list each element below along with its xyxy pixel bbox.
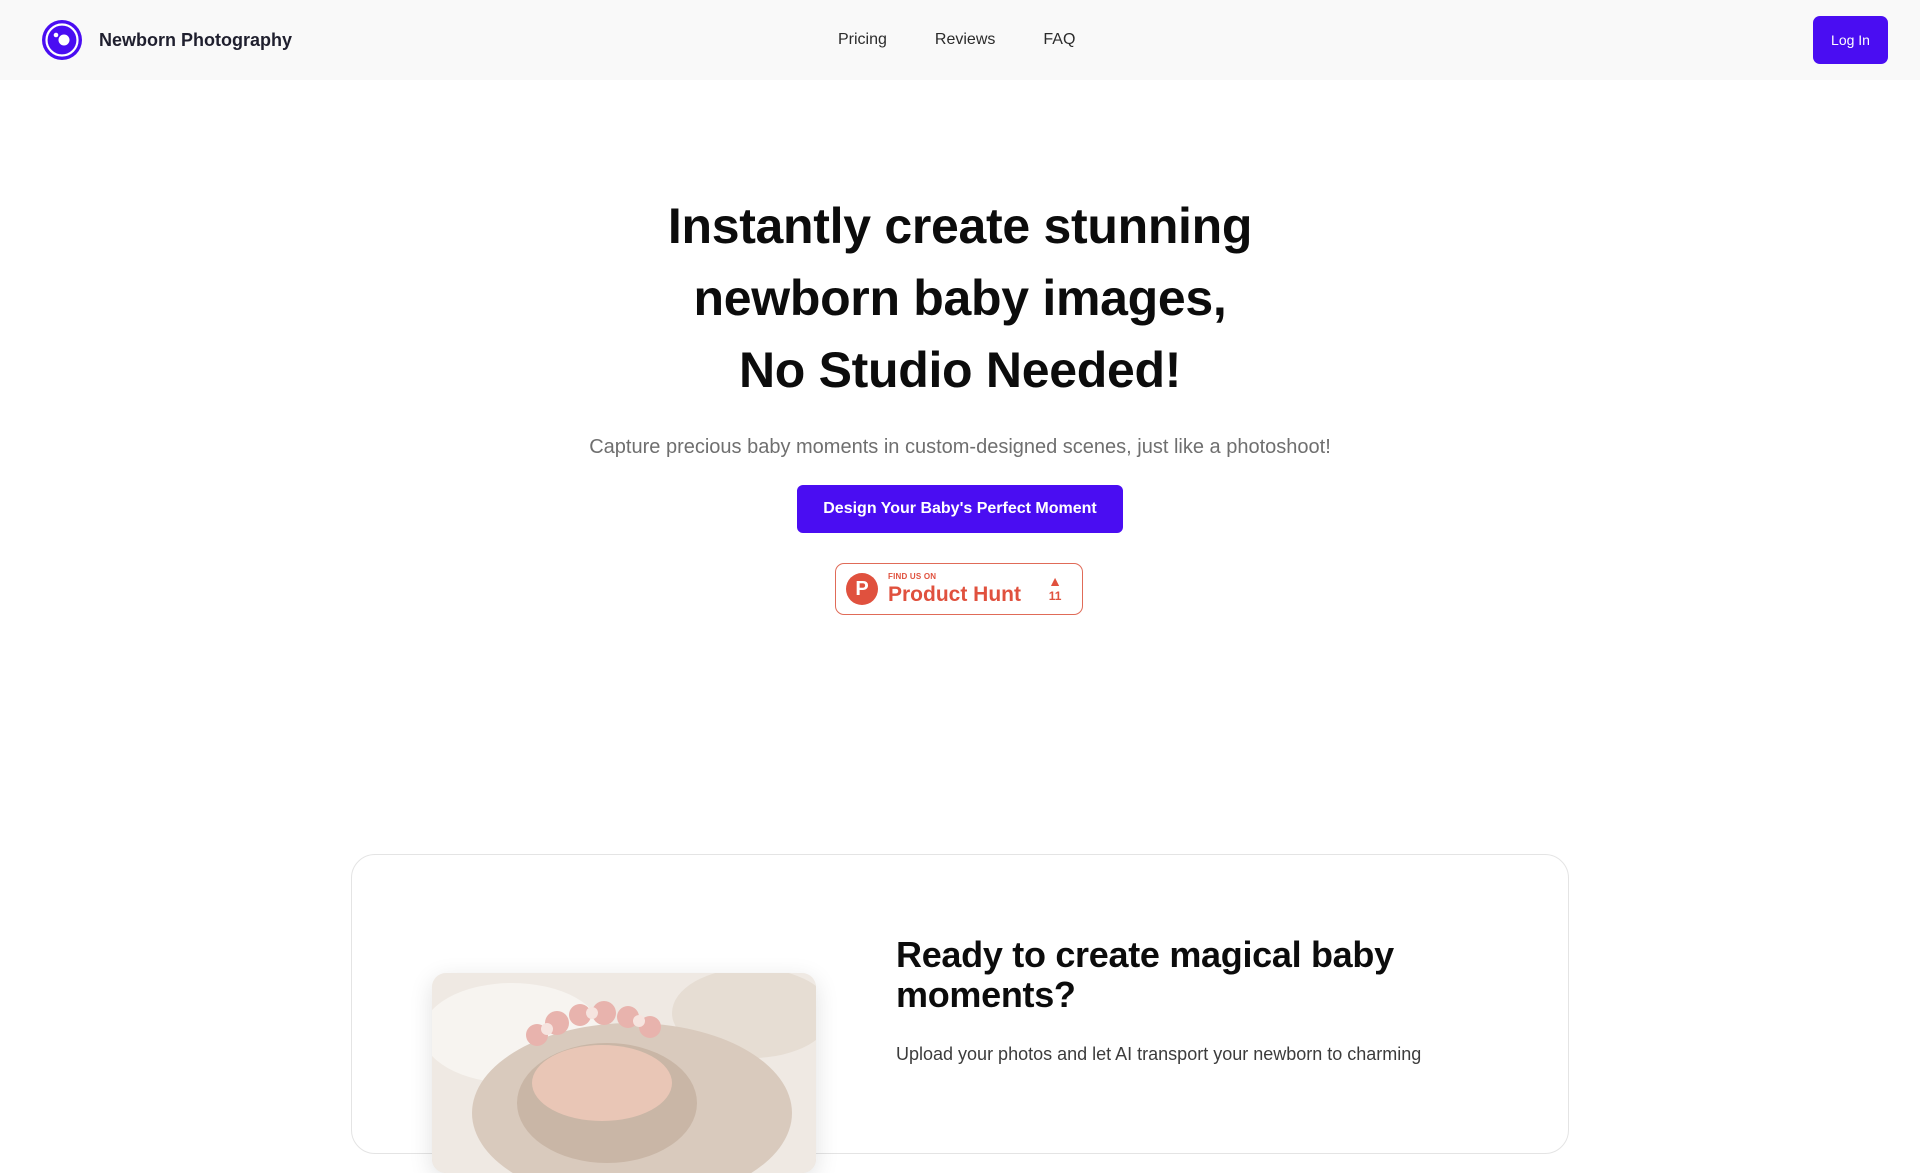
- product-hunt-small-label: FIND US ON: [888, 572, 937, 581]
- newborn-photo: [432, 973, 816, 1173]
- brand-name: Newborn Photography: [99, 29, 292, 50]
- product-hunt-text: FIND US ON Product Hunt: [888, 572, 1021, 606]
- logo-icon: [42, 20, 82, 60]
- login-button[interactable]: Log In: [1813, 16, 1888, 64]
- design-cta-button[interactable]: Design Your Baby's Perfect Moment: [797, 485, 1123, 533]
- hero-section: Instantly create stunning newborn baby i…: [0, 190, 1920, 533]
- hero-title-line-1: Instantly create stunning: [667, 198, 1253, 254]
- nav-link-faq[interactable]: FAQ: [1043, 31, 1075, 49]
- brand-link[interactable]: Newborn Photography: [40, 18, 292, 62]
- top-nav: Newborn Photography Pricing Reviews FAQ …: [0, 0, 1920, 80]
- product-hunt-badge[interactable]: P FIND US ON Product Hunt ▲ 11: [835, 563, 1083, 615]
- product-hunt-logo-icon: P: [846, 573, 878, 605]
- newborn-photo-illustration: [432, 973, 816, 1173]
- upvote-count: 11: [1048, 589, 1062, 603]
- nav-link-pricing[interactable]: Pricing: [838, 31, 887, 49]
- hero-title-line-3: No Studio Needed!: [738, 342, 1182, 398]
- card-title: Ready to create magical baby moments?: [896, 934, 1394, 1015]
- card-text: Upload your photos and let AI transport …: [896, 1044, 1422, 1064]
- upvote-counter: ▲ 11: [1048, 574, 1062, 602]
- nav-links: Pricing Reviews FAQ: [838, 0, 1075, 80]
- hero-subtitle: Capture precious baby moments in custom-…: [589, 436, 1331, 458]
- hero-title: Instantly create stunning newborn baby i…: [0, 190, 1920, 406]
- upvote-arrow-icon: ▲: [1048, 573, 1062, 589]
- cta-card: Ready to create magical baby moments? Up…: [351, 854, 1569, 1173]
- hero-title-line-2: newborn baby images,: [693, 270, 1227, 326]
- product-hunt-name: Product Hunt: [888, 583, 1021, 606]
- nav-link-reviews[interactable]: Reviews: [935, 31, 995, 49]
